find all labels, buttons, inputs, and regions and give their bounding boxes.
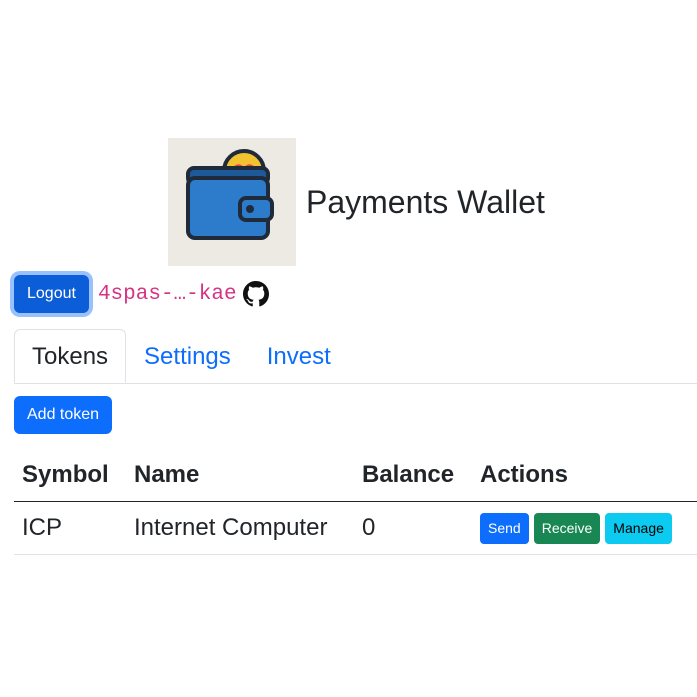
logout-button[interactable]: Logout [14,275,89,313]
manage-button[interactable]: Manage [605,512,672,544]
tab-invest[interactable]: Invest [249,329,349,382]
main-tabs: Tokens Settings Invest [14,329,697,384]
tab-settings[interactable]: Settings [126,329,249,382]
github-icon[interactable] [242,281,269,307]
tab-tokens[interactable]: Tokens [14,329,127,383]
column-header-balance: Balance [354,449,472,502]
add-token-button[interactable]: Add token [14,396,113,434]
receive-button[interactable]: Receive [533,512,601,544]
column-header-symbol: Symbol [14,449,126,502]
wallet-logo-icon [168,138,296,266]
user-bar: Logout 4spas-…-kae [14,275,269,313]
principal-id: 4spas-…-kae [97,282,237,306]
token-name: Internet Computer [126,501,354,555]
app-header: Payments Wallet [168,138,545,266]
table-row: ICP Internet Computer 0 Send Receive Manag… [14,501,697,555]
page-title: Payments Wallet [306,184,545,220]
send-button[interactable]: Send [480,512,529,544]
token-actions: Send Receive Manage [472,501,697,555]
token-table: Symbol Name Balance Actions ICP Internet… [14,449,697,555]
token-balance: 0 [354,501,472,555]
column-header-name: Name [126,449,354,502]
wallet-page: Payments Wallet Logout 4spas-…-kae Token… [0,0,697,697]
token-symbol: ICP [14,501,126,555]
column-header-actions: Actions [472,449,697,502]
table-header-row: Symbol Name Balance Actions [14,449,697,502]
